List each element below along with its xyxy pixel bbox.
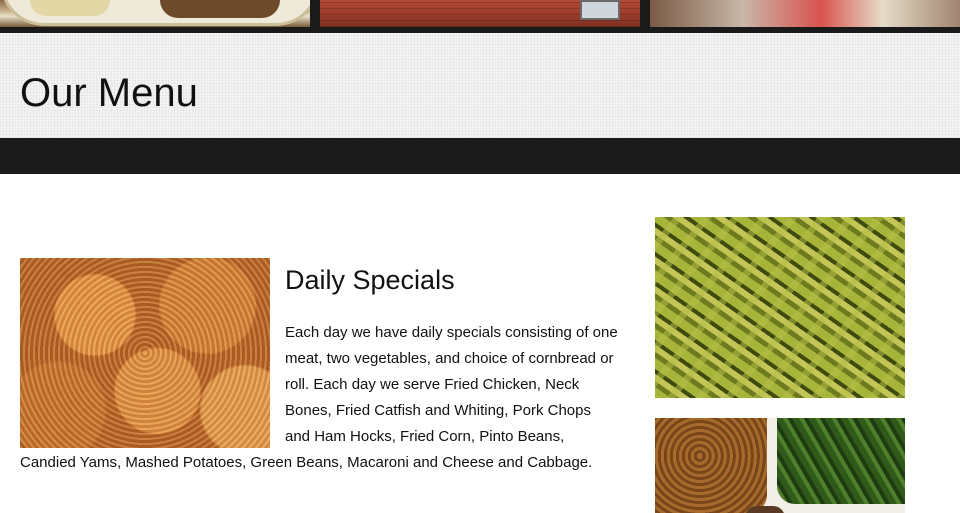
- description-block: Each day we have daily specials consisti…: [20, 320, 620, 476]
- pinto-beans-and-greens-photo: [655, 418, 905, 513]
- section-title: Daily Specials: [285, 265, 455, 295]
- page-title: Our Menu: [20, 71, 198, 115]
- potatoes-shape: [30, 0, 110, 16]
- brick-building-photo: [320, 0, 640, 27]
- window-shape: [580, 0, 620, 20]
- navigation-bar: [0, 138, 960, 174]
- meat-shape: [160, 0, 280, 18]
- photo-banner: [0, 0, 960, 33]
- bowl-shape: [745, 506, 785, 513]
- diners-table-photo: [650, 0, 960, 27]
- beans-highlight: [655, 217, 905, 398]
- collard-greens-shape: [777, 418, 905, 504]
- image-wrap-spacer: [20, 320, 285, 450]
- pinto-beans-shape: [655, 418, 767, 513]
- green-beans-photo: [655, 217, 905, 398]
- food-plate-photo: [0, 0, 310, 27]
- title-band: Our Menu: [0, 33, 960, 138]
